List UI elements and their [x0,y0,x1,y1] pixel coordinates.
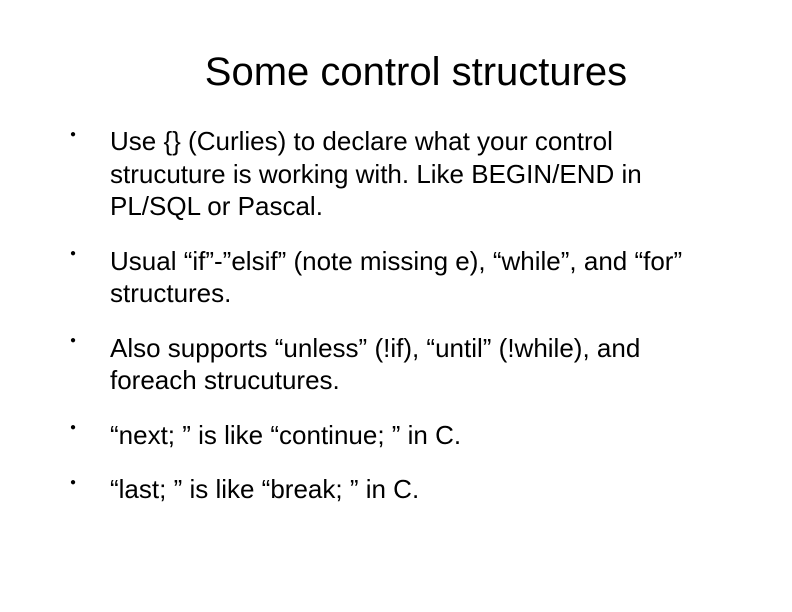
slide: Some control structures Use {} (Curlies)… [0,0,792,612]
list-item: Usual “if”-”elsif” (note missing e), “wh… [60,245,732,310]
bullet-list: Use {} (Curlies) to declare what your co… [60,125,732,506]
list-item: “last; ” is like “break; ” in C. [60,473,732,506]
list-item: Also supports “unless” (!if), “until” (!… [60,332,732,397]
list-item: Use {} (Curlies) to declare what your co… [60,125,732,223]
list-item: “next; ” is like “continue; ” in C. [60,419,732,452]
slide-title: Some control structures [60,50,732,95]
